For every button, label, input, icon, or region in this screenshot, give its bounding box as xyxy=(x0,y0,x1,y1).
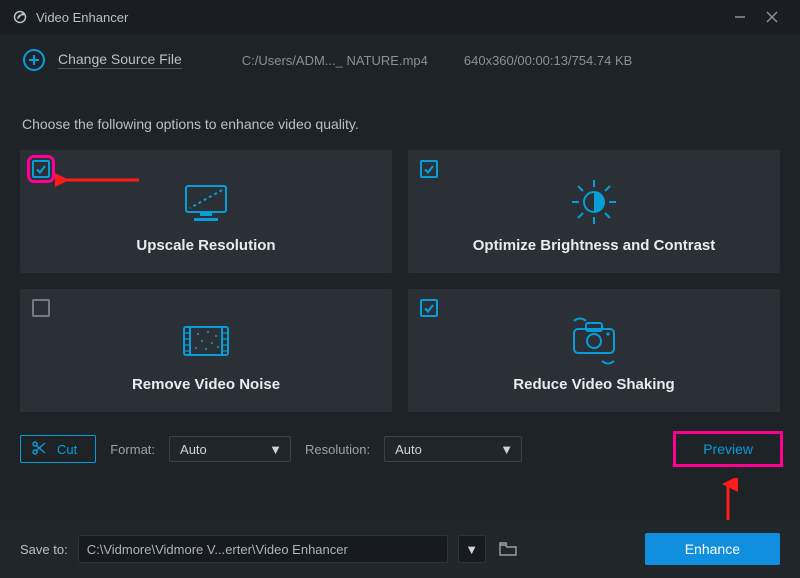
format-value: Auto xyxy=(180,442,207,457)
resolution-select[interactable]: Auto ▼ xyxy=(384,436,522,462)
close-button[interactable] xyxy=(756,0,788,34)
source-file-path: C:/Users/ADM..._ NATURE.mp4 xyxy=(242,53,428,68)
cut-button[interactable]: Cut xyxy=(20,435,96,463)
cut-label: Cut xyxy=(57,442,77,457)
card-label: Remove Video Noise xyxy=(132,376,280,393)
minimize-button[interactable] xyxy=(724,0,756,34)
save-path-text: C:\Vidmore\Vidmore V...erter\Video Enhan… xyxy=(87,542,348,557)
change-source-link[interactable]: Change Source File xyxy=(58,51,182,69)
resolution-value: Auto xyxy=(395,442,422,457)
window-title: Video Enhancer xyxy=(36,10,128,25)
preview-button[interactable]: Preview xyxy=(677,435,779,463)
card-remove-noise[interactable]: Remove Video Noise xyxy=(20,289,392,412)
card-label: Upscale Resolution xyxy=(136,237,275,254)
add-file-icon[interactable] xyxy=(22,48,46,72)
upscale-icon xyxy=(178,175,234,229)
card-brightness-contrast[interactable]: Optimize Brightness and Contrast xyxy=(408,150,780,273)
instruction-text: Choose the following options to enhance … xyxy=(20,86,780,150)
format-label: Format: xyxy=(110,442,155,457)
shaking-icon xyxy=(564,314,624,368)
source-file-meta: 640x360/00:00:13/754.74 KB xyxy=(464,53,632,68)
checkbox-shaking[interactable] xyxy=(420,299,438,317)
checkbox-brightness[interactable] xyxy=(420,160,438,178)
annotation-highlight-preview: Preview xyxy=(676,434,780,464)
option-cards: Upscale Resolution Optimize xyxy=(20,150,780,412)
checkbox-upscale[interactable] xyxy=(32,160,50,178)
checkbox-noise[interactable] xyxy=(32,299,50,317)
card-upscale-resolution[interactable]: Upscale Resolution xyxy=(20,150,392,273)
save-path-dropdown[interactable]: ▼ xyxy=(458,535,486,563)
save-path-input[interactable]: C:\Vidmore\Vidmore V...erter\Video Enhan… xyxy=(78,535,448,563)
source-bar: Change Source File C:/Users/ADM..._ NATU… xyxy=(0,34,800,86)
caret-down-icon: ▼ xyxy=(500,442,513,457)
controls-row: Cut Format: Auto ▼ Resolution: Auto ▼ Pr… xyxy=(20,412,780,464)
caret-down-icon: ▼ xyxy=(465,542,478,557)
caret-down-icon: ▼ xyxy=(269,442,282,457)
format-select[interactable]: Auto ▼ xyxy=(169,436,291,462)
card-reduce-shaking[interactable]: Reduce Video Shaking xyxy=(408,289,780,412)
scissors-icon xyxy=(31,440,47,459)
card-label: Reduce Video Shaking xyxy=(513,376,674,393)
resolution-label: Resolution: xyxy=(305,442,370,457)
save-to-label: Save to: xyxy=(20,542,68,557)
enhance-button[interactable]: Enhance xyxy=(645,533,780,565)
noise-icon xyxy=(178,314,234,368)
brightness-icon xyxy=(568,175,620,229)
bottom-bar: Save to: C:\Vidmore\Vidmore V...erter\Vi… xyxy=(0,520,800,578)
annotation-arrow-preview xyxy=(718,478,738,522)
app-icon xyxy=(12,9,28,25)
card-label: Optimize Brightness and Contrast xyxy=(473,237,716,254)
title-bar: Video Enhancer xyxy=(0,0,800,34)
open-folder-button[interactable] xyxy=(496,537,520,561)
